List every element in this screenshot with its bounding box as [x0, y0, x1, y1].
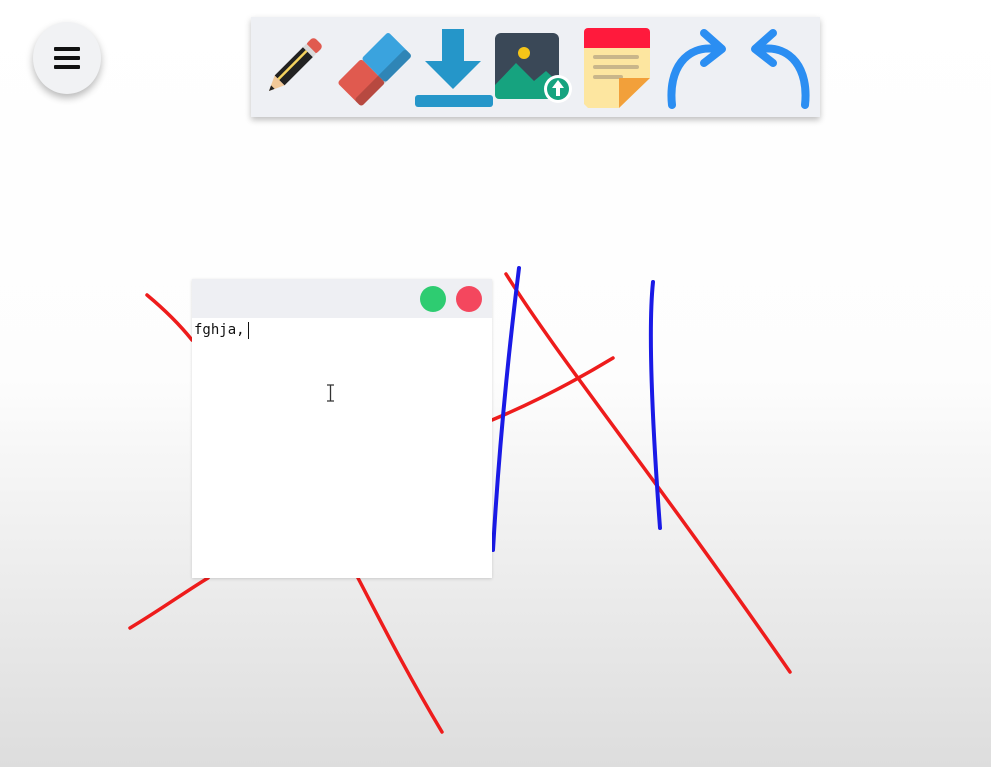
hamburger-icon [54, 47, 80, 69]
eraser-icon [338, 33, 411, 106]
note-text-area[interactable] [194, 321, 488, 571]
redo-arrow-icon [667, 29, 726, 109]
pencil-tool-button[interactable] [257, 31, 329, 103]
red-stroke [490, 356, 615, 422]
download-icon [415, 29, 493, 107]
undo-button[interactable] [741, 29, 813, 109]
red-stroke [356, 576, 444, 734]
text-caret [248, 322, 249, 339]
text-cursor-icon [327, 384, 334, 402]
toolbar [251, 17, 820, 117]
image-upload-icon [495, 33, 572, 103]
menu-button[interactable] [33, 22, 101, 94]
pencil-icon [268, 38, 322, 92]
red-stroke [145, 293, 194, 342]
note-close-button[interactable] [456, 286, 482, 312]
upload-image-button[interactable] [494, 33, 576, 105]
undo-arrow-icon [751, 29, 810, 109]
download-button[interactable] [413, 27, 495, 111]
note-add-button[interactable] [420, 286, 446, 312]
sticky-note-icon [584, 28, 650, 108]
note-drag-handle[interactable] [192, 279, 492, 318]
eraser-tool-button[interactable] [331, 27, 417, 113]
redo-button[interactable] [664, 29, 736, 109]
sticky-note-window[interactable] [192, 279, 492, 578]
red-stroke [504, 272, 792, 674]
red-stroke [128, 576, 210, 630]
sticky-note-button[interactable] [583, 28, 651, 108]
blue-stroke [648, 280, 662, 530]
